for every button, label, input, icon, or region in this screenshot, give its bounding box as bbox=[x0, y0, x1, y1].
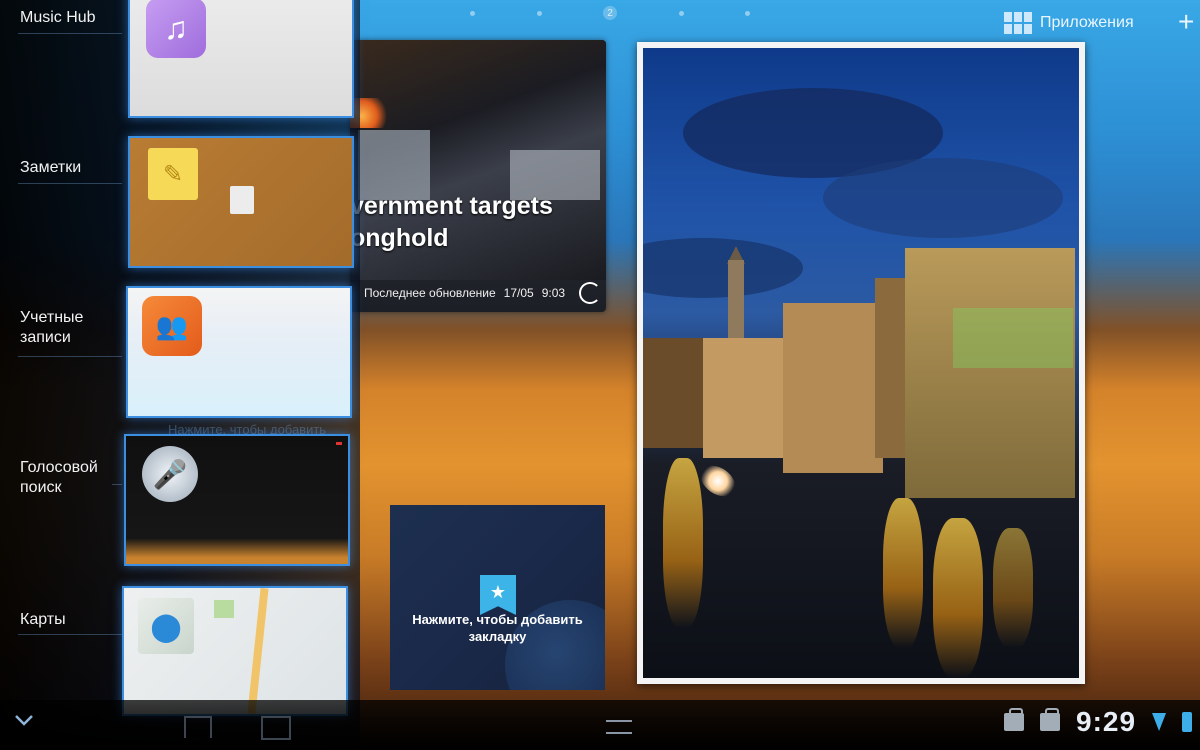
recent-apps-panel: Music Hub ♫ Заметки ✎ Учетные записи 👥 Н… bbox=[0, 0, 360, 750]
microphone-icon: 🎤 bbox=[142, 446, 198, 502]
bookmark-widget[interactable]: ★ Нажмите, чтобы добавить закладку bbox=[390, 505, 605, 690]
recent-app-label-notes: Заметки bbox=[20, 159, 82, 176]
wifi-icon bbox=[1152, 713, 1167, 731]
news-last-update: Последнее обновление 17/05 9:03 bbox=[364, 282, 602, 304]
recent-app-thumb-notes[interactable]: ✎ bbox=[128, 136, 354, 268]
accounts-icon: 👥 bbox=[142, 296, 202, 356]
sticky-note-icon: ✎ bbox=[148, 148, 198, 200]
recent-app-thumb-music-hub[interactable]: ♫ bbox=[128, 0, 354, 118]
screenshot-button-icon[interactable] bbox=[261, 716, 291, 740]
clock: 9:29 bbox=[1076, 706, 1137, 737]
label-divider bbox=[18, 33, 122, 34]
notification-bag-icon bbox=[1004, 708, 1024, 731]
label-divider bbox=[18, 356, 122, 357]
current-page-number: 2 bbox=[603, 6, 617, 20]
bell-tower bbox=[728, 260, 744, 350]
map-road bbox=[247, 588, 269, 714]
bookmark-add-prompt[interactable]: Нажмите, чтобы добавить закладку bbox=[390, 611, 605, 645]
home-button-icon[interactable] bbox=[184, 716, 212, 738]
light-flare bbox=[694, 459, 742, 503]
refresh-icon[interactable] bbox=[579, 282, 602, 304]
recent-app-thumb-voice-search[interactable]: 🎤 bbox=[124, 434, 350, 566]
maps-icon: ⬤ bbox=[138, 598, 194, 654]
recent-app-label-music-hub: Music Hub bbox=[20, 9, 96, 26]
recent-app-thumb-maps[interactable]: ⬤ bbox=[122, 586, 348, 716]
recent-app-label-voice-search: Голосовой поиск bbox=[20, 459, 98, 496]
venice-photo bbox=[643, 48, 1079, 678]
recent-app-thumb-accounts[interactable]: 👥 bbox=[126, 286, 352, 418]
page-indicator: 2 bbox=[470, 6, 750, 20]
label-divider bbox=[18, 634, 122, 635]
label-divider bbox=[18, 183, 122, 184]
apps-button[interactable]: Приложения bbox=[1004, 12, 1134, 34]
status-area[interactable]: 9:29 bbox=[1004, 706, 1193, 738]
music-note-icon: ♫ bbox=[146, 0, 206, 58]
recent-app-label-accounts: Учетные записи bbox=[20, 309, 84, 346]
news-last-update-label: Последнее обновление bbox=[364, 286, 496, 300]
news-widget[interactable]: vernment targets onghold Последнее обнов… bbox=[350, 40, 606, 312]
battery-icon bbox=[1182, 712, 1193, 732]
news-last-update-time: 9:03 bbox=[541, 286, 566, 300]
label-divider bbox=[112, 484, 122, 485]
menu-icon[interactable] bbox=[606, 720, 632, 734]
map-park bbox=[214, 600, 234, 618]
notification-bag-icon-2 bbox=[1040, 708, 1060, 731]
bookmark-star-icon: ★ bbox=[480, 575, 516, 615]
news-headline[interactable]: vernment targets onghold bbox=[350, 190, 606, 254]
voice-search-accent bbox=[336, 442, 342, 445]
photo-frame-widget[interactable] bbox=[637, 42, 1085, 684]
add-widget-button[interactable]: + bbox=[1178, 8, 1194, 36]
note-pages-icon bbox=[230, 186, 254, 214]
recent-app-label-maps: Карты bbox=[20, 611, 66, 628]
apps-button-label: Приложения bbox=[1040, 14, 1134, 31]
chevron-down-icon[interactable] bbox=[14, 710, 34, 730]
news-last-update-date: 17/05 bbox=[503, 286, 534, 300]
apps-grid-icon bbox=[1004, 12, 1032, 34]
